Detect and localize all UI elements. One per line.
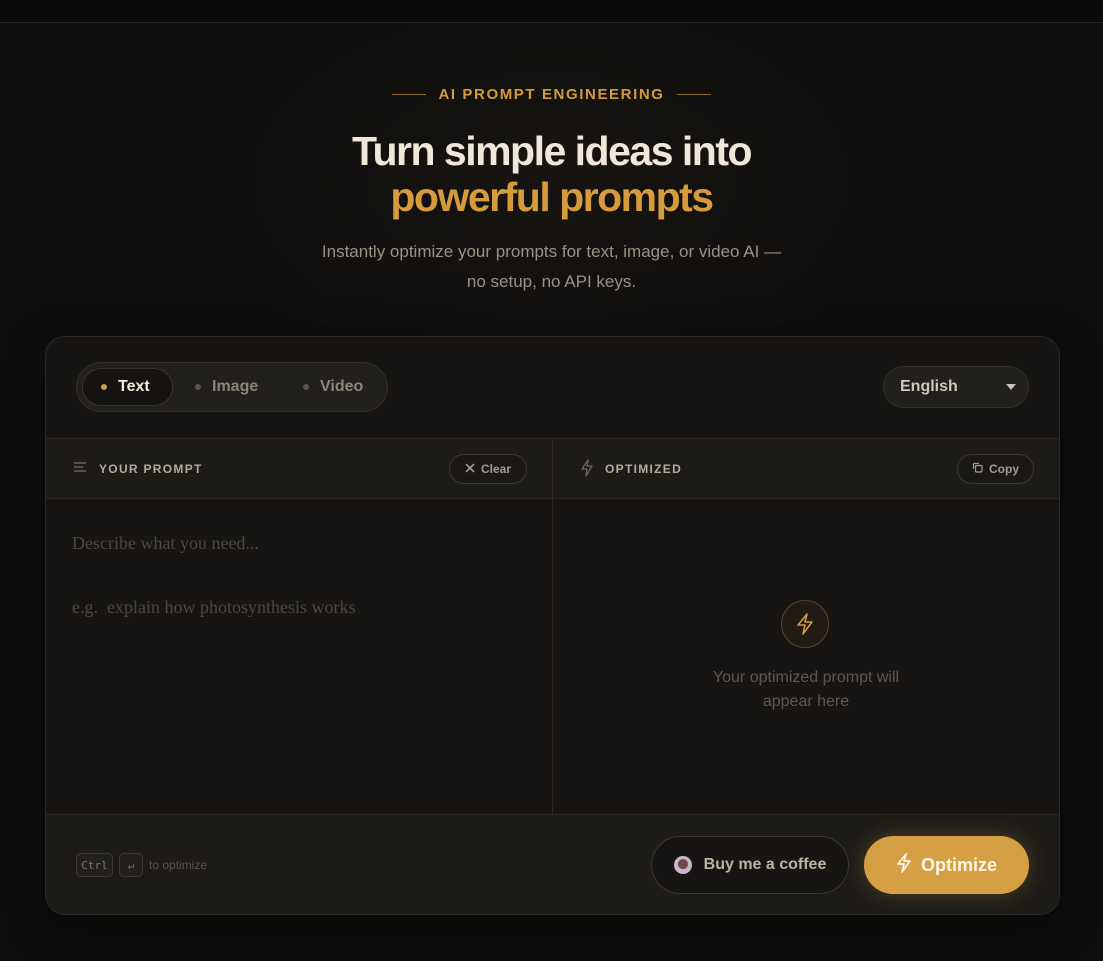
subtitle-line-2: no setup, no API keys. — [466, 272, 637, 291]
kbd-ctrl: Ctrl — [76, 853, 113, 877]
output-panel: Your optimized prompt will appear here — [553, 499, 1059, 814]
close-icon — [465, 462, 475, 476]
output-panel-label: OPTIMIZED — [605, 462, 683, 476]
buy-coffee-label: Buy me a coffee — [703, 856, 827, 873]
bolt-icon — [781, 600, 829, 648]
card-footer: Ctrl ↵ to optimize Buy me a coffee Optim… — [46, 814, 1059, 914]
copy-icon — [972, 462, 983, 476]
copy-button[interactable]: Copy — [957, 454, 1034, 484]
coffee-icon — [673, 856, 692, 874]
subtitle-line-1: Instantly optimize your prompts for text… — [321, 242, 782, 261]
buy-coffee-button[interactable]: Buy me a coffee — [651, 836, 849, 894]
eyebrow-text: AI PROMPT ENGINEERING — [438, 86, 665, 103]
caret-down-icon — [1006, 384, 1016, 390]
output-empty-line-2: appear here — [762, 693, 850, 710]
tab-dot — [101, 384, 107, 390]
optimize-button[interactable]: Optimize — [864, 836, 1029, 894]
prompt-panel-label: YOUR PROMPT — [99, 462, 203, 476]
shortcut-hint: to optimize — [149, 858, 208, 872]
prompt-input[interactable] — [70, 525, 534, 799]
kbd-enter: ↵ — [119, 853, 143, 877]
output-empty-message: Your optimized prompt will appear here — [681, 666, 931, 714]
page: AI PROMPT ENGINEERING Turn simple ideas … — [0, 0, 1103, 961]
page-title: Turn simple ideas into powerful prompts — [0, 128, 1103, 220]
output-empty-line-1: Your optimized prompt will — [712, 669, 900, 686]
top-bar — [0, 0, 1103, 23]
clear-label: Clear — [480, 462, 512, 476]
tab-dot — [195, 384, 201, 390]
clear-button[interactable]: Clear — [449, 454, 527, 484]
language-selected: English — [900, 378, 958, 395]
bolt-icon — [896, 852, 912, 878]
tab-label: Text — [118, 378, 150, 395]
tab-label: Video — [320, 378, 364, 395]
eyebrow-line-left — [392, 94, 427, 95]
optimizer-card: Text Image Video English YOUR PROMPT Cle… — [45, 336, 1060, 915]
eyebrow: AI PROMPT ENGINEERING — [0, 86, 1103, 103]
headline-line-2: powerful prompts — [390, 174, 714, 220]
tab-dot — [303, 384, 309, 390]
tab-image[interactable]: Image — [187, 368, 277, 406]
optimize-label: Optimize — [920, 854, 997, 875]
mode-tabs: Text Image Video — [76, 362, 388, 412]
lines-icon — [73, 460, 87, 479]
tab-label: Image — [212, 378, 259, 395]
headline-line-1: Turn simple ideas into — [351, 128, 753, 174]
tab-text[interactable]: Text — [82, 368, 173, 406]
subtitle: Instantly optimize your prompts for text… — [0, 237, 1103, 297]
bolt-icon — [580, 459, 594, 482]
tab-video[interactable]: Video — [295, 368, 375, 406]
eyebrow-line-right — [676, 94, 711, 95]
copy-label: Copy — [989, 462, 1019, 476]
language-select[interactable]: English — [883, 366, 1029, 408]
prompt-editor — [46, 499, 552, 814]
